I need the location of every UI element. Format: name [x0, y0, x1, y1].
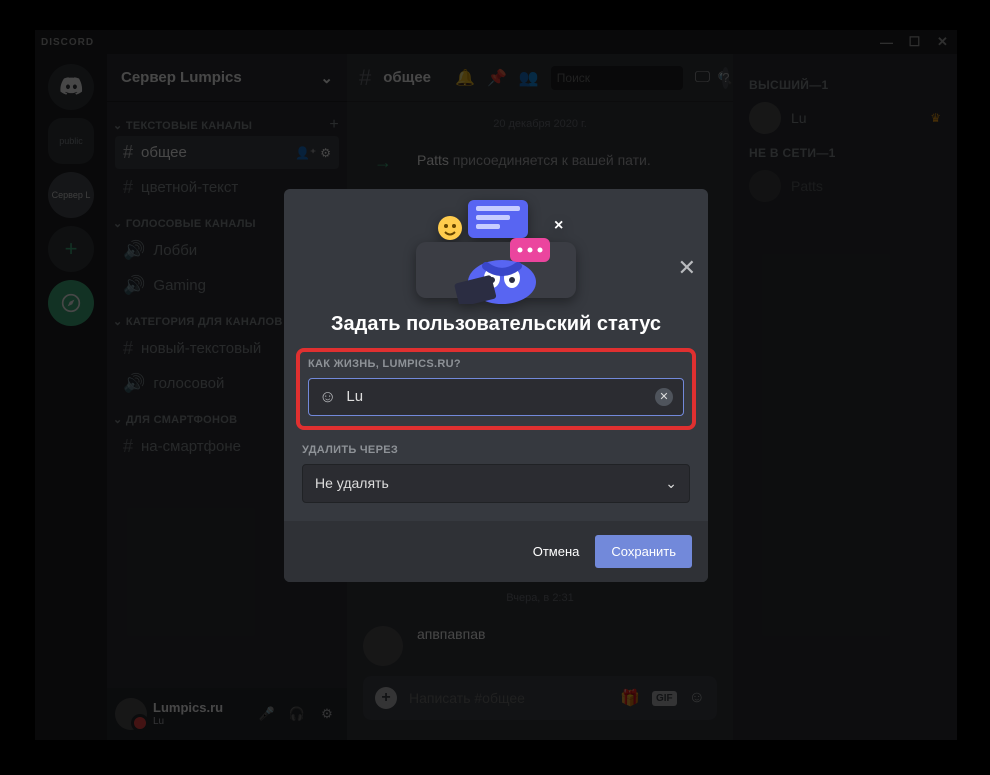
modal-art: × — [284, 189, 708, 309]
modal-title: Задать пользовательский статус — [284, 313, 708, 336]
svg-text:×: × — [554, 217, 563, 234]
modal-backdrop[interactable]: ✕ × — [35, 30, 957, 740]
cancel-button[interactable]: Отмена — [533, 544, 580, 559]
status-label: КАК ЖИЗНЬ, LUMPICS.RU? — [308, 358, 684, 370]
clear-after-label: УДАЛИТЬ ЧЕРЕЗ — [302, 444, 690, 456]
status-input-highlight: КАК ЖИЗНЬ, LUMPICS.RU? ☺ ✕ — [296, 348, 696, 430]
modal-footer: Отмена Сохранить — [284, 521, 708, 582]
save-button[interactable]: Сохранить — [595, 535, 692, 568]
status-input[interactable] — [346, 388, 645, 405]
emoji-picker-button[interactable]: ☺ — [319, 387, 336, 407]
clear-status-button[interactable]: ✕ — [655, 388, 673, 406]
select-value: Не удалять — [315, 475, 389, 491]
clear-after-select[interactable]: Не удалять ⌄ — [302, 464, 690, 503]
status-input-wrap: ☺ ✕ — [308, 378, 684, 416]
chevron-down-icon: ⌄ — [665, 475, 677, 492]
custom-status-modal: ✕ × — [284, 189, 708, 582]
app-window: DISCORD — ☐ ✕ public Сервер L + Сервер L… — [35, 30, 957, 740]
